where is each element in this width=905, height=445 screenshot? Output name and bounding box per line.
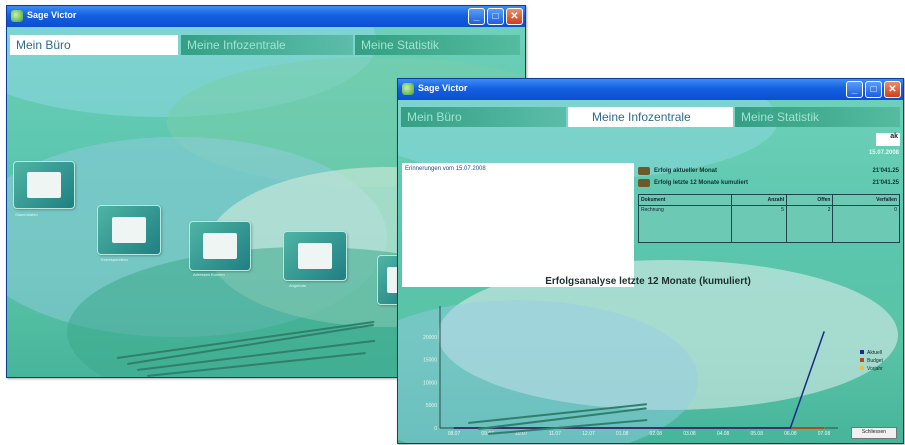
icon-caption: Adressen Kunden	[193, 272, 225, 277]
legend-label: Aktuell	[867, 350, 882, 356]
tab-meine-statistik[interactable]: Meine Statistik	[355, 35, 520, 55]
app-icon	[11, 10, 23, 22]
table-cell: Rechnung	[638, 205, 732, 243]
tab-mein-buero[interactable]: Mein Büro	[401, 107, 566, 127]
icon-face	[111, 216, 147, 244]
reminders-title: Erinnerungen vom 15.07.2008	[405, 166, 486, 172]
y-tick-label: 20000	[423, 335, 437, 341]
close-button[interactable]: ✕	[506, 8, 523, 25]
briefcase-icon[interactable]	[283, 231, 347, 281]
window-title: Sage Victor	[418, 83, 468, 93]
legend-swatch	[860, 358, 864, 362]
icon-face	[297, 242, 333, 270]
x-tick-label: 11.07	[549, 431, 561, 437]
y-tick-label: 10000	[423, 380, 437, 386]
y-tick-label: 5000	[426, 403, 437, 409]
data-point	[587, 427, 590, 429]
document-binders-icon[interactable]	[13, 161, 75, 209]
window-title: Sage Victor	[27, 10, 77, 20]
chart-title: Erfolgsanalyse letzte 12 Monate (kumulie…	[545, 276, 751, 287]
main-area: Mein Büro Meine Infozentrale Meine Stati…	[398, 100, 903, 443]
table-cell: 0	[832, 205, 900, 243]
title-bar[interactable]: Sage Victor _ □ ✕	[7, 6, 525, 27]
legend-label: Vorjahr	[867, 366, 883, 372]
minimize-button[interactable]: _	[468, 8, 485, 25]
icon-caption: Korrespondenz	[101, 257, 129, 262]
document-table: Dokument Anzahl Offen Verfallen Rechnung…	[638, 194, 900, 243]
data-point	[453, 427, 455, 429]
window-infozentrale: Sage Victor _ □ ✕ Mein Büro Meine Infoze…	[397, 78, 904, 444]
reminders-panel[interactable]: Erinnerungen vom 15.07.2008	[402, 163, 634, 287]
tab-mein-buero[interactable]: Mein Büro	[10, 35, 178, 55]
contact-card-icon[interactable]	[189, 221, 251, 271]
maximize-button[interactable]: □	[487, 8, 504, 25]
success-analysis-chart: Erfolgsanalyse letzte 12 Monate (kumulie…	[423, 276, 883, 437]
table-cell: 2	[786, 205, 834, 243]
icon-caption: Stammdaten	[15, 212, 38, 217]
user-code-box: ak	[876, 133, 900, 146]
tab-meine-statistik[interactable]: Meine Statistik	[735, 107, 900, 127]
icon-face	[27, 172, 61, 198]
table-header-cell: Dokument	[638, 194, 732, 206]
x-tick-label: 07.08	[818, 431, 831, 437]
series-line-aktuell	[454, 331, 825, 429]
table-header-cell: Offen	[786, 194, 834, 206]
close-dialog-button[interactable]: Schliessen	[851, 427, 897, 439]
x-tick-label: 04.08	[717, 431, 730, 437]
legend-swatch	[860, 350, 864, 354]
x-tick-label: 03.08	[683, 431, 696, 437]
write-pen-icon[interactable]	[97, 205, 161, 255]
data-point	[755, 427, 758, 429]
data-point	[621, 427, 623, 429]
coins-icon	[638, 179, 650, 187]
y-tick-label: 15000	[423, 358, 437, 364]
legend-label: Budget	[867, 358, 883, 364]
y-tick-label: 0	[434, 426, 437, 432]
data-point	[823, 331, 825, 333]
coins-icon	[638, 167, 650, 175]
data-point	[823, 427, 825, 429]
minimize-button[interactable]: _	[846, 81, 863, 98]
icon-caption: Angebote	[289, 283, 307, 288]
app-icon	[402, 83, 414, 95]
info-value-12-months: 21'041.25	[872, 180, 899, 186]
table-row[interactable]: Rechnung 5 2 0	[638, 205, 900, 243]
title-bar[interactable]: Sage Victor _ □ ✕	[398, 79, 903, 100]
table-header-cell: Verfallen	[832, 194, 900, 206]
x-tick-label: 08.07	[448, 431, 461, 437]
tab-meine-infozentrale[interactable]: Meine Infozentrale	[568, 107, 733, 127]
legend-swatch	[860, 366, 864, 370]
info-value-current-month: 21'041.25	[872, 168, 899, 174]
data-point	[722, 427, 724, 429]
tab-meine-infozentrale[interactable]: Meine Infozentrale	[181, 35, 353, 55]
info-label-current-month: Erfolg aktueller Monat	[654, 168, 718, 174]
icon-face	[203, 232, 237, 260]
current-date: 15.07.2008	[868, 150, 899, 156]
x-tick-label: 12.07	[582, 431, 595, 437]
data-point	[789, 427, 792, 429]
x-tick-label: 06.08	[784, 431, 797, 437]
data-point	[520, 427, 523, 429]
table-header-row: Dokument Anzahl Offen Verfallen	[638, 194, 900, 206]
table-cell: 5	[730, 205, 788, 243]
close-button[interactable]: ✕	[884, 81, 901, 98]
x-tick-label: 05.08	[750, 431, 763, 437]
info-label-12-months: Erfolg letzte 12 Monate kumuliert	[654, 180, 749, 186]
maximize-button[interactable]: □	[865, 81, 882, 98]
x-tick-label: 02.08	[650, 431, 663, 437]
data-point	[688, 427, 691, 429]
data-point	[655, 427, 657, 429]
table-header-cell: Anzahl	[730, 194, 788, 206]
x-tick-label: 01.08	[616, 431, 629, 437]
